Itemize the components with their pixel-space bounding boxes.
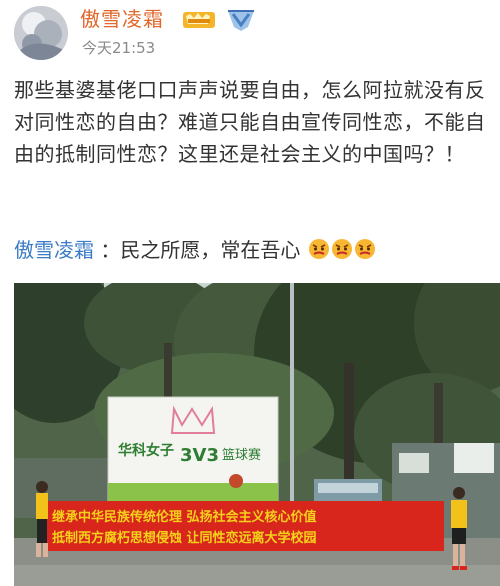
banner-line-2: 抵制西方腐朽思想侵蚀 让同性恋远离大学校园 [52,530,317,546]
repost-line: 傲雪凌霜 ：民之所愿，常在吾心 [14,234,490,266]
angry-face-emoji-icon [354,239,375,259]
repost-username[interactable]: 傲雪凌霜 [14,238,94,262]
username[interactable]: 傲雪凌霜 [80,6,164,32]
angry-face-emoji-icon [308,239,329,259]
avatar[interactable] [14,6,68,60]
protest-banner: 继承中华民族传统伦理 弘扬社会主义核心价值 抵制西方腐朽思想侵蚀 让同性恋远离大… [44,501,444,551]
verified-v-icon[interactable] [226,7,256,33]
avatar-image [14,6,68,60]
banner-line-1: 继承中华民族传统伦理 弘扬社会主义核心价值 [52,509,317,525]
sign-event: 篮球赛 [222,447,261,463]
post-timestamp: 今天21:53 [82,39,156,57]
repost-text: ：民之所愿，常在吾心 [100,238,301,262]
event-sign: 华科女子 3V3 篮球赛 [107,396,279,510]
post-photo[interactable]: 华科女子 3V3 篮球赛 继承中华民族传统伦理 弘扬社会主义核心价值 抵制西方腐… [14,283,500,586]
post-text: 那些基婆基佬口口声声说要自由，怎么阿拉就没有反对同性恋的自由？难道只能自由宣传同… [14,78,486,166]
angry-face-emoji-icon [331,239,352,259]
sign-title: 华科女子 [118,442,174,459]
sign-3v3: 3V3 [180,445,219,466]
vip-badge-icon[interactable] [182,10,216,30]
photo-scene: 华科女子 3V3 篮球赛 继承中华民族传统伦理 弘扬社会主义核心价值 抵制西方腐… [14,283,500,586]
